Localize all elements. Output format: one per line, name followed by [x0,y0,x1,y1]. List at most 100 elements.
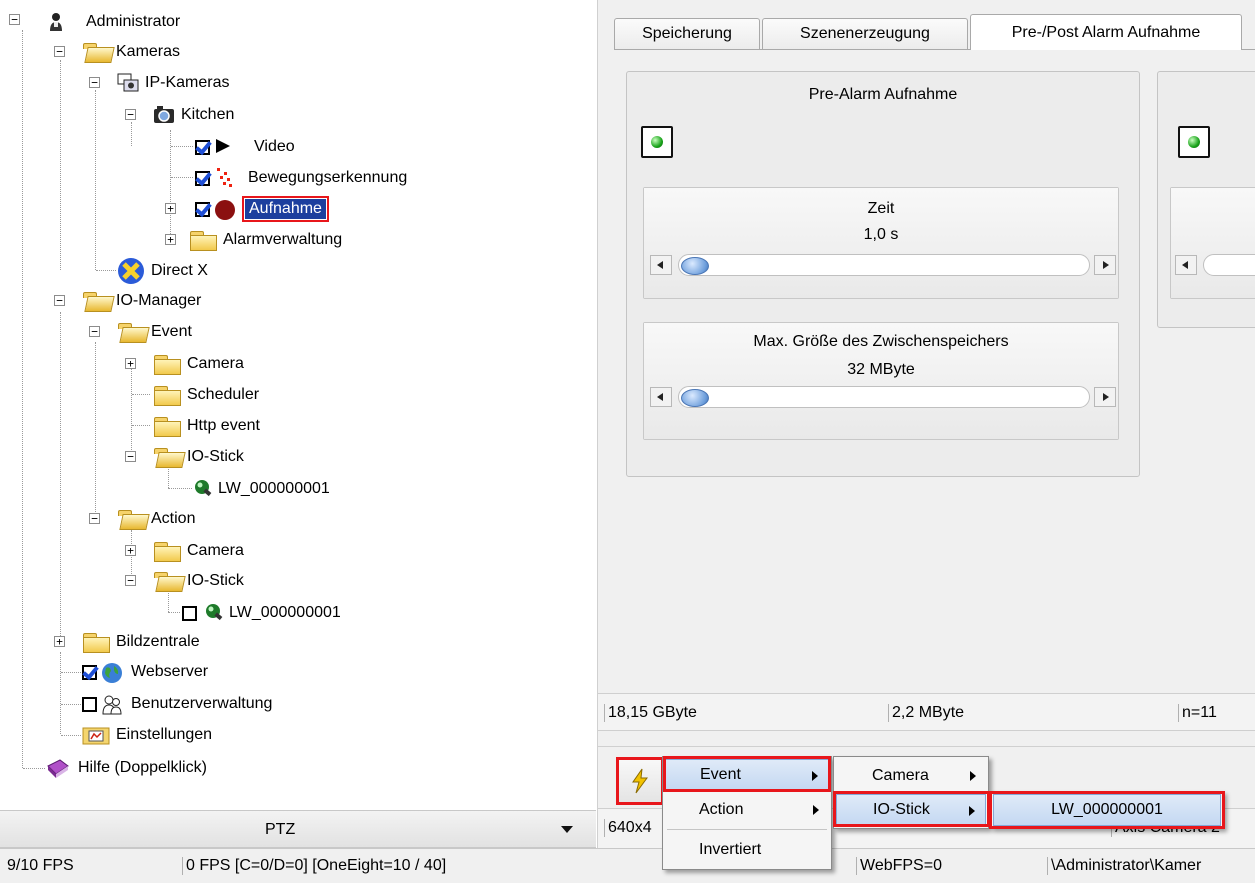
tree-item-io-manager[interactable]: IO-Manager [82,287,201,315]
collapse-toggle[interactable]: − [9,14,20,25]
fps-text: 9/10 FPS [7,857,74,874]
tree-guide [61,735,81,736]
tree-item-event-lw[interactable]: LW_000000001 [194,475,330,503]
zeit-slider[interactable] [650,254,1116,276]
collapse-toggle[interactable]: − [54,295,65,306]
tree-item-ip-kameras[interactable]: IP-Kameras [117,69,229,97]
zeit-setting: Zeit 1,0 s [643,187,1119,299]
user-management-icon [101,694,125,715]
folder-open-icon [153,571,181,591]
tree-item-einstellungen[interactable]: Einstellungen [82,721,212,749]
tree-item-http-event[interactable]: Http event [153,412,260,440]
menu-item-invertiert[interactable]: Invertiert [665,834,829,866]
menu-item-camera[interactable]: Camera [836,760,986,792]
menu-item-action[interactable]: Action [665,794,829,826]
slider-track[interactable] [678,254,1090,276]
menu-item-io-stick[interactable]: IO-Stick [836,794,986,826]
expand-toggle[interactable]: + [165,234,176,245]
tree-item-administrator[interactable]: Administrator [48,8,180,36]
expand-toggle[interactable]: + [54,636,65,647]
collapse-toggle[interactable]: − [89,513,100,524]
post-zeit-slider[interactable] [1175,254,1255,276]
slider-thumb[interactable] [681,389,709,407]
tab-speicherung[interactable]: Speicherung [614,18,760,49]
enable-checkbox[interactable] [195,139,210,155]
tree-label: Http event [187,417,260,434]
tab-pre-post-alarm[interactable]: Pre-/Post Alarm Aufnahme [970,14,1242,50]
tree-item-benutzerverwaltung[interactable]: Benutzerverwaltung [82,690,272,718]
tree-item-action-io-stick[interactable]: IO-Stick [153,567,244,595]
expand-toggle[interactable]: + [165,203,176,214]
tab-szenenerzeugung[interactable]: Szenenerzeugung [762,18,968,49]
tree-item-event-camera[interactable]: Camera [153,350,244,378]
settings-panel: Speicherung Szenenerzeugung Pre-/Post Al… [597,0,1255,848]
tree-item-direct-x[interactable]: Direct X [117,257,208,285]
slider-track[interactable] [1203,254,1255,276]
slider-left-button[interactable] [650,387,672,407]
submenu-arrow-icon [812,771,818,781]
slider-left-button[interactable] [1175,255,1197,275]
tree-guide [96,270,116,271]
menu-item-event[interactable]: Event [665,759,829,791]
enable-checkbox[interactable] [82,664,97,680]
event-trigger-button[interactable] [616,757,664,805]
tree-item-alarmverwaltung[interactable]: Alarmverwaltung [189,226,342,254]
tree-guide [23,768,45,769]
folder-icon [82,632,110,653]
tree-item-action[interactable]: Action [117,505,195,533]
slider-track[interactable] [678,386,1090,408]
tree-item-bildzentrale[interactable]: Bildzentrale [82,628,200,656]
expand-toggle[interactable]: + [125,545,136,556]
storage-count: n=11 [1178,704,1217,722]
tree-item-aufnahme[interactable]: Aufnahme [195,195,329,223]
enable-checkbox[interactable] [182,605,197,621]
collapse-toggle[interactable]: − [54,46,65,57]
collapse-toggle[interactable]: − [89,326,100,337]
tree-item-scheduler[interactable]: Scheduler [153,381,259,409]
enable-checkbox[interactable] [195,201,210,217]
tree-item-video[interactable]: Video [195,133,295,161]
slider-right-button[interactable] [1094,387,1116,407]
enable-checkbox[interactable] [82,696,97,712]
navigation-tree[interactable]: − Administrator − Kameras − IP-Kameras −… [0,0,596,810]
buffer-slider[interactable] [650,386,1116,408]
pre-alarm-group: Pre-Alarm Aufnahme Zeit 1,0 s Max. Größe… [626,71,1140,477]
group-title: Pre-Alarm Aufnahme [808,86,958,103]
folder-icon [153,416,181,437]
slider-left-button[interactable] [650,255,672,275]
ptz-dropdown[interactable]: PTZ [0,810,596,848]
menu-item-lw-000000001[interactable]: LW_000000001 [993,794,1221,826]
tree-guide [61,704,81,705]
tree-item-hilfe[interactable]: Hilfe (Doppelklick) [46,754,207,782]
folder-icon [153,354,181,375]
enable-checkbox[interactable] [195,170,210,186]
tree-item-bewegungserkennung[interactable]: Bewegungserkennung [195,164,407,192]
status-led-icon[interactable] [641,126,673,158]
collapse-toggle[interactable]: − [125,451,136,462]
folder-icon [153,541,181,562]
collapse-toggle[interactable]: − [125,109,136,120]
tree-item-action-camera[interactable]: Camera [153,537,244,565]
expand-toggle[interactable]: + [125,358,136,369]
tree-item-webserver[interactable]: Webserver [82,658,208,686]
storage-status-strip: 18,15 GByte 2,2 MByte n=11 [598,693,1255,731]
collapse-toggle[interactable]: − [125,575,136,586]
event-submenu: Camera IO-Stick [833,756,989,829]
tree-guide [60,652,61,734]
tree-item-event-io-stick[interactable]: IO-Stick [153,443,244,471]
status-led-icon[interactable] [1178,126,1210,158]
tree-item-kitchen[interactable]: Kitchen [153,101,234,129]
tree-label: Action [151,510,196,527]
slider-thumb[interactable] [681,257,709,275]
tree-item-kameras[interactable]: Kameras [82,38,180,66]
folder-open-icon [82,42,110,62]
tree-item-action-lw[interactable]: LW_000000001 [182,599,341,627]
camera-icon [153,105,175,125]
current-path-text: \Administrator\Kamer [1047,857,1201,875]
menu-item-label: Camera [872,767,929,784]
tree-item-event[interactable]: Event [117,318,192,346]
buffer-value: 32 MByte [847,361,915,378]
collapse-toggle[interactable]: − [89,77,100,88]
submenu-arrow-icon [970,771,976,781]
slider-right-button[interactable] [1094,255,1116,275]
